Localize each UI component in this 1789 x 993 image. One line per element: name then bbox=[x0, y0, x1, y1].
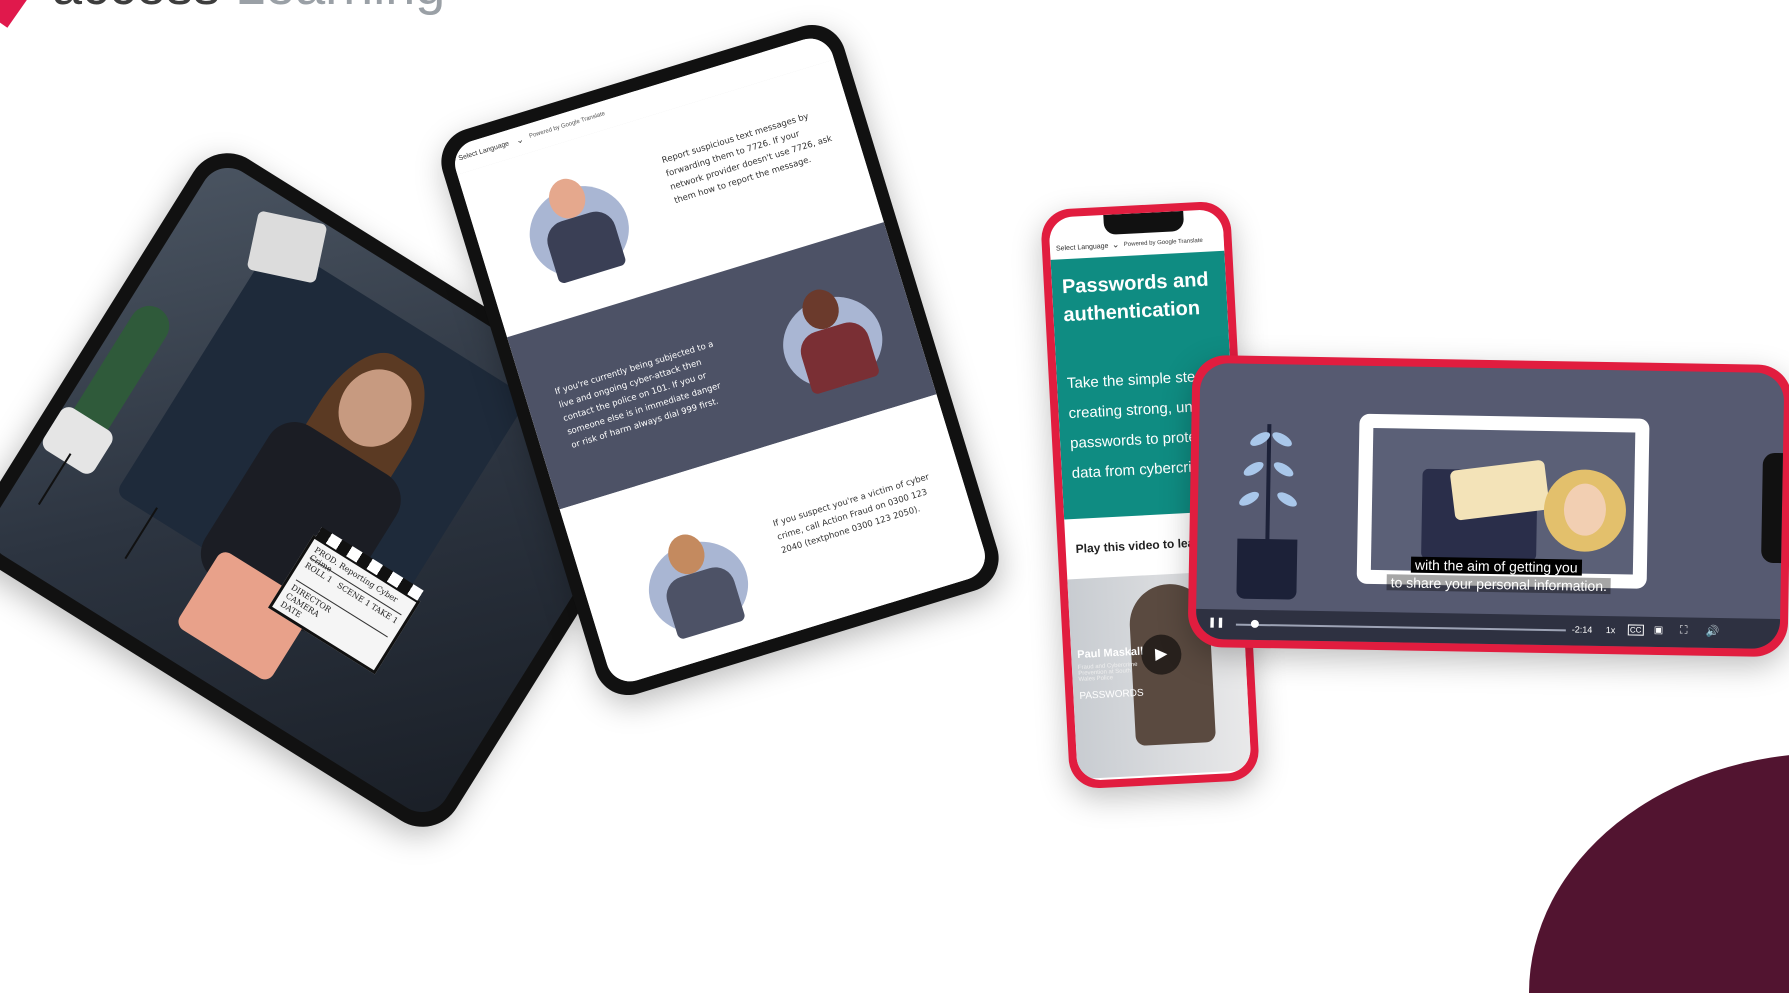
volume-icon[interactable]: 🔊 bbox=[1706, 625, 1720, 638]
presenter-role: Fraud and Cybercrime Prevention at South… bbox=[1077, 661, 1138, 683]
captions-button[interactable]: CC bbox=[1627, 624, 1644, 636]
chevron-down-icon[interactable]: ⌄ bbox=[515, 134, 525, 147]
phone-video-screen: with the aim of getting you to share you… bbox=[1195, 362, 1785, 650]
leaf-icon bbox=[1237, 489, 1262, 509]
time-remaining: -2:14 bbox=[1571, 624, 1593, 635]
language-select[interactable]: Select Language bbox=[458, 140, 510, 162]
avatar bbox=[1543, 468, 1627, 553]
powered-by-label: Powered by Google Translate bbox=[1123, 237, 1203, 249]
advice-text: If you're currently being subjected to a… bbox=[553, 339, 723, 451]
advice-text: Report suspicious text messages by forwa… bbox=[660, 111, 834, 207]
page-title: Passwords and authentication bbox=[1061, 268, 1210, 327]
person-with-phone-illustration bbox=[503, 152, 653, 302]
progress-knob[interactable] bbox=[1250, 619, 1259, 628]
chevron-down-icon[interactable]: ⌄ bbox=[1112, 239, 1120, 250]
fullscreen-icon[interactable]: ⛶ bbox=[1680, 624, 1688, 637]
brand-name-light: Learning bbox=[220, 0, 445, 16]
credit-card-icon bbox=[1449, 459, 1550, 521]
progress-track[interactable] bbox=[1235, 623, 1566, 632]
phone-notch bbox=[1103, 210, 1185, 236]
plant-pot bbox=[1236, 538, 1298, 600]
advice-text: If you suspect you're a victim of cyber … bbox=[771, 472, 931, 557]
phone-notch bbox=[1761, 452, 1785, 564]
video-controls: ❚❚ -2:14 1x CC ▣ ⛶ 🔊 bbox=[1195, 608, 1781, 650]
brand-name-bold: access bbox=[52, 0, 220, 16]
stressed-person-illustration bbox=[756, 263, 906, 413]
leaf-icon bbox=[1270, 429, 1295, 450]
leaf-icon bbox=[1241, 459, 1266, 479]
leaf-icon bbox=[1275, 489, 1300, 510]
corner-decoration bbox=[1529, 753, 1789, 993]
picture-in-picture-icon[interactable]: ▣ bbox=[1654, 625, 1664, 636]
caption-line-1: with the aim of getting you bbox=[1410, 556, 1582, 576]
pause-icon[interactable]: ❚❚ bbox=[1208, 617, 1225, 628]
leaf-icon bbox=[1271, 459, 1296, 480]
brand-wordmark: access Learning bbox=[52, 0, 445, 16]
phone-video-player: with the aim of getting you to share you… bbox=[1187, 354, 1789, 658]
language-select[interactable]: Select Language bbox=[1056, 243, 1109, 253]
plant-stem bbox=[1265, 424, 1272, 545]
logo-mark-icon bbox=[0, 0, 42, 28]
caption-line-2: to share your personal information. bbox=[1386, 574, 1612, 595]
speed-button[interactable]: 1x bbox=[1606, 625, 1616, 635]
worried-person-illustration bbox=[622, 508, 772, 658]
envelope-icon bbox=[1421, 459, 1550, 561]
